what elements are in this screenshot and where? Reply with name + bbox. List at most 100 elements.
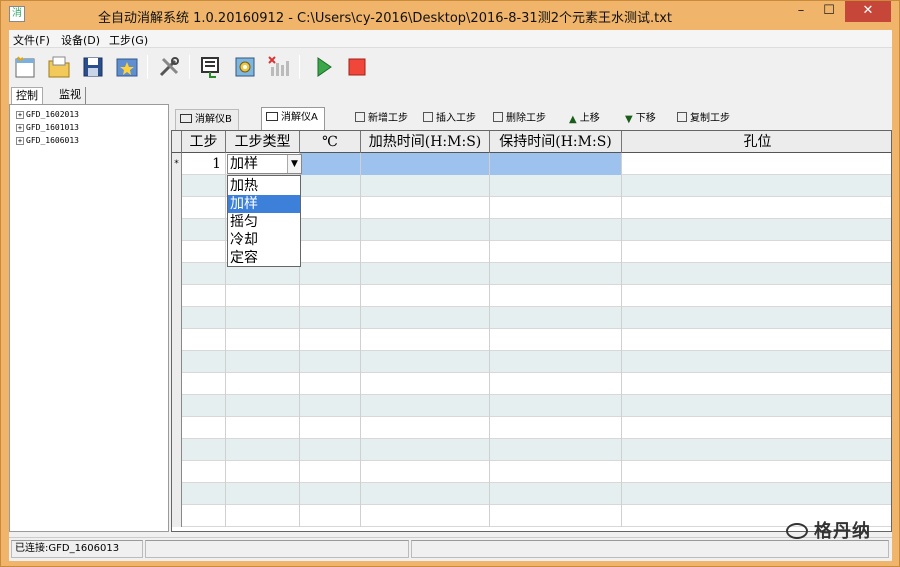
table-row[interactable] — [172, 307, 891, 329]
move-up-button[interactable]: ▲ 上移 — [569, 111, 600, 127]
cell-temperature[interactable] — [300, 153, 361, 175]
grid-cell[interactable] — [361, 461, 490, 483]
grid-cell[interactable] — [622, 219, 891, 241]
grid-cell[interactable] — [622, 417, 891, 439]
favorite-button[interactable] — [113, 53, 141, 81]
stop-button[interactable] — [343, 53, 371, 81]
grid-cell[interactable] — [300, 439, 361, 461]
grid-cell[interactable] — [490, 439, 622, 461]
grid-cell[interactable] — [182, 483, 226, 505]
column-header-position[interactable]: 孔位 — [622, 131, 891, 153]
grid-cell[interactable] — [226, 285, 300, 307]
grid-cell[interactable] — [182, 417, 226, 439]
tab-digester-a[interactable]: 消解仪A — [261, 107, 325, 131]
grid-cell[interactable] — [226, 307, 300, 329]
grid-cell[interactable] — [490, 285, 622, 307]
grid-cell[interactable] — [622, 307, 891, 329]
grid-cell[interactable] — [300, 351, 361, 373]
grid-cell[interactable] — [182, 461, 226, 483]
chart-button[interactable] — [265, 53, 293, 81]
grid-cell[interactable] — [300, 417, 361, 439]
grid-cell[interactable] — [361, 395, 490, 417]
grid-cell[interactable] — [226, 373, 300, 395]
table-row[interactable] — [172, 417, 891, 439]
grid-cell[interactable] — [490, 461, 622, 483]
grid-cell[interactable] — [182, 439, 226, 461]
grid-cell[interactable] — [490, 263, 622, 285]
cell-step[interactable]: 1 — [182, 153, 226, 175]
grid-cell[interactable] — [182, 373, 226, 395]
grid-cell[interactable] — [361, 263, 490, 285]
maximize-button[interactable]: ☐ — [815, 1, 843, 22]
table-row[interactable] — [172, 439, 891, 461]
start-button[interactable] — [309, 53, 337, 81]
grid-cell[interactable] — [300, 395, 361, 417]
grid-cell[interactable] — [182, 285, 226, 307]
table-row[interactable] — [172, 373, 891, 395]
grid-cell[interactable] — [490, 351, 622, 373]
grid-cell[interactable] — [226, 439, 300, 461]
grid-cell[interactable] — [182, 263, 226, 285]
grid-cell[interactable] — [622, 329, 891, 351]
grid-cell[interactable] — [182, 351, 226, 373]
column-header-step[interactable]: 工步 — [182, 131, 226, 153]
grid-cell[interactable] — [182, 197, 226, 219]
dropdown-option-add-sample[interactable]: 加样 — [228, 195, 300, 213]
grid-cell[interactable] — [622, 175, 891, 197]
grid-cell[interactable] — [622, 285, 891, 307]
grid-cell[interactable] — [361, 439, 490, 461]
grid-cell[interactable] — [361, 483, 490, 505]
tools-button[interactable] — [155, 53, 183, 81]
menu-device[interactable]: 设备(D) — [61, 32, 100, 48]
column-header-hold-time[interactable]: 保持时间(H:M:S) — [490, 131, 622, 153]
table-row[interactable] — [172, 461, 891, 483]
cell-hold-time[interactable] — [490, 153, 622, 175]
grid-cell[interactable] — [490, 219, 622, 241]
chevron-down-icon[interactable]: ▼ — [287, 155, 301, 173]
grid-cell[interactable] — [490, 307, 622, 329]
grid-cell[interactable] — [226, 351, 300, 373]
delete-step-button[interactable]: 删除工步 — [493, 111, 546, 127]
grid-cell[interactable] — [226, 483, 300, 505]
grid-cell[interactable] — [300, 175, 361, 197]
column-header-type[interactable]: 工步类型 — [226, 131, 300, 153]
step-type-combo[interactable]: 加样 ▼ — [227, 154, 302, 174]
table-row[interactable] — [172, 483, 891, 505]
grid-cell[interactable] — [361, 417, 490, 439]
grid-cell[interactable] — [490, 373, 622, 395]
grid-cell[interactable] — [490, 241, 622, 263]
grid-cell[interactable] — [300, 461, 361, 483]
grid-cell[interactable] — [182, 505, 226, 527]
grid-cell[interactable] — [361, 329, 490, 351]
menu-file[interactable]: 文件(F) — [13, 32, 50, 48]
column-header-heat-time[interactable]: 加热时间(H:M:S) — [361, 131, 490, 153]
save-button[interactable] — [79, 53, 107, 81]
grid-cell[interactable] — [182, 395, 226, 417]
insert-step-button[interactable]: 插入工步 — [423, 111, 476, 127]
cell-heat-time[interactable] — [361, 153, 490, 175]
grid-cell[interactable] — [490, 197, 622, 219]
close-button[interactable]: ✕ — [845, 1, 891, 22]
tab-digester-b[interactable]: 消解仪B — [175, 109, 239, 131]
grid-cell[interactable] — [622, 197, 891, 219]
column-header-temperature[interactable]: ℃ — [300, 131, 361, 153]
table-row[interactable] — [172, 395, 891, 417]
grid-cell[interactable] — [361, 241, 490, 263]
grid-cell[interactable] — [490, 329, 622, 351]
open-button[interactable] — [45, 53, 73, 81]
grid-cell[interactable] — [182, 329, 226, 351]
table-row[interactable]: * 1 加样 ▼ — [172, 153, 891, 175]
grid-cell[interactable] — [300, 483, 361, 505]
tree-item[interactable]: + GFD_1601013 — [16, 122, 79, 134]
grid-cell[interactable] — [226, 395, 300, 417]
grid-cell[interactable] — [361, 373, 490, 395]
cell-position[interactable] — [622, 153, 891, 175]
dropdown-option-shake[interactable]: 摇匀 — [228, 213, 300, 231]
grid-cell[interactable] — [226, 505, 300, 527]
grid-cell[interactable] — [361, 197, 490, 219]
grid-cell[interactable] — [182, 307, 226, 329]
dropdown-option-heat[interactable]: 加热 — [228, 177, 300, 195]
grid-cell[interactable] — [622, 461, 891, 483]
tab-control[interactable]: 控制 — [11, 87, 43, 104]
grid-cell[interactable] — [490, 505, 622, 527]
